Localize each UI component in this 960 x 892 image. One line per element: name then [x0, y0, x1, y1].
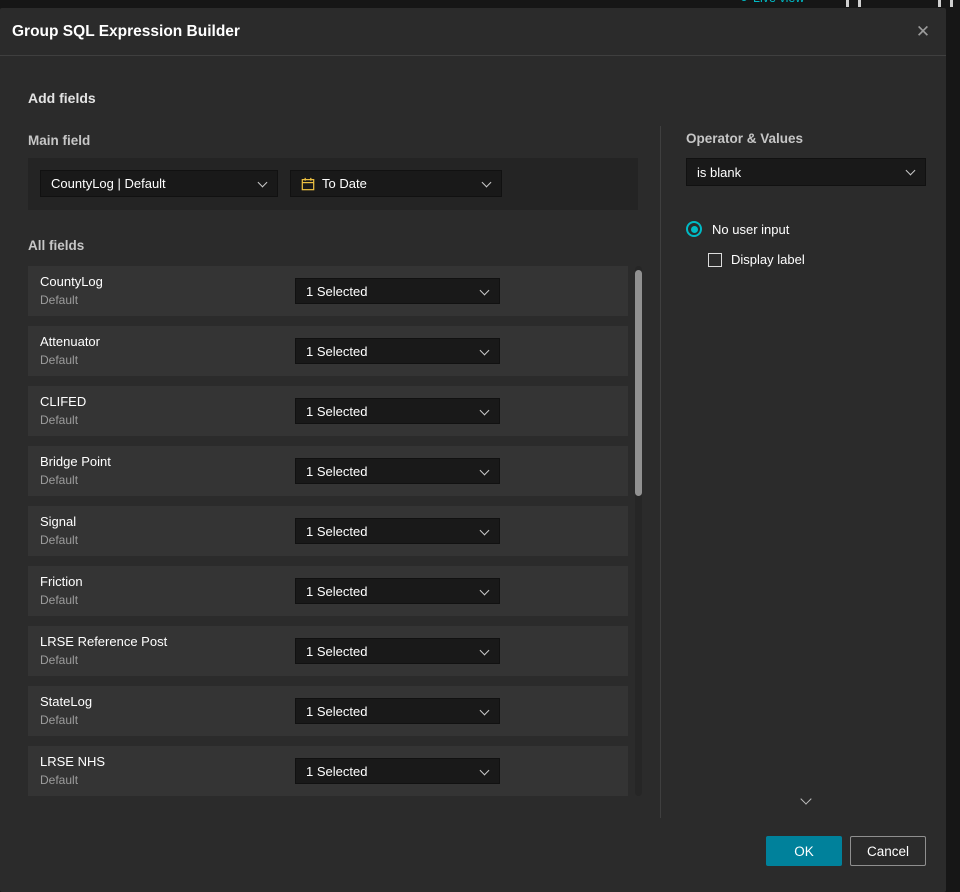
field-row: CLIFED Default 1 Selected [28, 386, 628, 436]
field-selection-dropdown[interactable]: 1 Selected [295, 638, 500, 664]
field-row: Signal Default 1 Selected [28, 506, 628, 556]
chevron-down-icon [479, 405, 490, 416]
field-selection-dropdown[interactable]: 1 Selected [295, 278, 500, 304]
field-subtitle: Default [40, 653, 79, 667]
app-topbar: Live view [0, 0, 960, 8]
field-subtitle: Default [40, 293, 79, 307]
dialog-header: Group SQL Expression Builder ✕ [0, 8, 946, 56]
field-subtitle: Default [40, 773, 79, 787]
radio-selected-icon [686, 221, 702, 237]
chevron-down-icon [479, 585, 490, 596]
window-control-icons [938, 0, 953, 7]
chevron-down-icon [479, 765, 490, 776]
field-name: CLIFED [40, 394, 87, 409]
field-selection-value: 1 Selected [306, 763, 368, 779]
field-selection-dropdown[interactable]: 1 Selected [295, 338, 500, 364]
field-subtitle: Default [40, 353, 79, 367]
operator-dropdown[interactable]: is blank [686, 158, 926, 186]
chevron-down-icon [479, 345, 490, 356]
main-field-label: Main field [28, 133, 91, 148]
field-row: Friction Default 1 Selected [28, 566, 628, 616]
field-selection-value: 1 Selected [306, 283, 368, 299]
field-subtitle: Default [40, 413, 79, 427]
ok-button[interactable]: OK [766, 836, 842, 866]
live-view-label: Live view [753, 0, 804, 5]
field-row: LRSE NHS Default 1 Selected [28, 746, 628, 796]
chevron-down-icon [481, 177, 492, 188]
field-selection-value: 1 Selected [306, 403, 368, 419]
field-name: Bridge Point [40, 454, 111, 469]
field-subtitle: Default [40, 593, 79, 607]
field-name: LRSE NHS [40, 754, 106, 769]
field-name: Signal [40, 514, 77, 529]
group-sql-expression-builder-dialog: Group SQL Expression Builder ✕ Add field… [0, 8, 946, 892]
chevron-down-icon [479, 525, 490, 536]
panel-divider [660, 126, 661, 818]
scrollbar-thumb[interactable] [635, 270, 642, 496]
main-field-type-value: To Date [322, 176, 367, 191]
field-selection-dropdown[interactable]: 1 Selected [295, 758, 500, 784]
calendar-icon [301, 177, 315, 191]
live-view-toggle[interactable]: Live view [741, 0, 804, 5]
field-selection-value: 1 Selected [306, 703, 368, 719]
field-row: Bridge Point Default 1 Selected [28, 446, 628, 496]
main-field-dropdown[interactable]: CountyLog | Default [40, 170, 278, 197]
field-row: LRSE Reference Post Default 1 Selected [28, 626, 628, 676]
operator-dropdown-value: is blank [697, 164, 742, 180]
field-row: StateLog Default 1 Selected [28, 686, 628, 736]
field-name: CountyLog [40, 274, 103, 289]
dialog-title: Group SQL Expression Builder [12, 23, 240, 40]
all-fields-label: All fields [28, 238, 85, 253]
field-name: Friction [40, 574, 83, 589]
field-selection-dropdown[interactable]: 1 Selected [295, 578, 500, 604]
checkbox-unchecked-icon [708, 252, 722, 267]
field-selection-dropdown[interactable]: 1 Selected [295, 398, 500, 424]
field-selection-dropdown[interactable]: 1 Selected [295, 458, 500, 484]
main-field-type-dropdown[interactable]: To Date [290, 170, 502, 197]
chevron-down-icon [479, 645, 490, 656]
chevron-down-icon [479, 285, 490, 296]
field-selection-value: 1 Selected [306, 583, 368, 599]
display-label-text: Display label [731, 252, 805, 267]
field-row: Attenuator Default 1 Selected [28, 326, 628, 376]
list-scrollbar[interactable] [635, 266, 642, 796]
field-selection-value: 1 Selected [306, 643, 368, 659]
close-icon[interactable]: ✕ [912, 21, 934, 43]
field-subtitle: Default [40, 533, 79, 547]
cancel-button[interactable]: Cancel [850, 836, 926, 866]
field-selection-dropdown[interactable]: 1 Selected [295, 518, 500, 544]
chevron-down-icon [479, 705, 490, 716]
field-selection-value: 1 Selected [306, 523, 368, 539]
field-subtitle: Default [40, 713, 79, 727]
main-field-dropdown-value: CountyLog | Default [51, 176, 166, 191]
field-row: CountyLog Default 1 Selected [28, 266, 628, 316]
chevron-down-icon [479, 465, 490, 476]
field-subtitle: Default [40, 473, 79, 487]
live-view-icon [741, 0, 747, 1]
all-fields-list: CountyLog Default 1 Selected Attenuator … [28, 266, 642, 796]
no-user-input-label: No user input [712, 221, 790, 237]
field-name: Attenuator [40, 334, 100, 349]
field-selection-value: 1 Selected [306, 463, 368, 479]
field-name: StateLog [40, 694, 93, 709]
add-fields-heading: Add fields [28, 90, 96, 106]
operator-values-heading: Operator & Values [686, 131, 804, 146]
chevron-down-icon [905, 165, 916, 176]
no-user-input-radio[interactable]: No user input [686, 221, 789, 237]
scroll-down-icon[interactable] [801, 795, 811, 805]
chevron-down-icon [257, 177, 268, 188]
field-selection-value: 1 Selected [306, 343, 368, 359]
main-field-bar: CountyLog | Default To Date [28, 158, 638, 210]
field-name: LRSE Reference Post [40, 634, 168, 649]
display-label-checkbox[interactable]: Display label [708, 252, 805, 267]
window-control-icons [846, 0, 861, 7]
field-selection-dropdown[interactable]: 1 Selected [295, 698, 500, 724]
